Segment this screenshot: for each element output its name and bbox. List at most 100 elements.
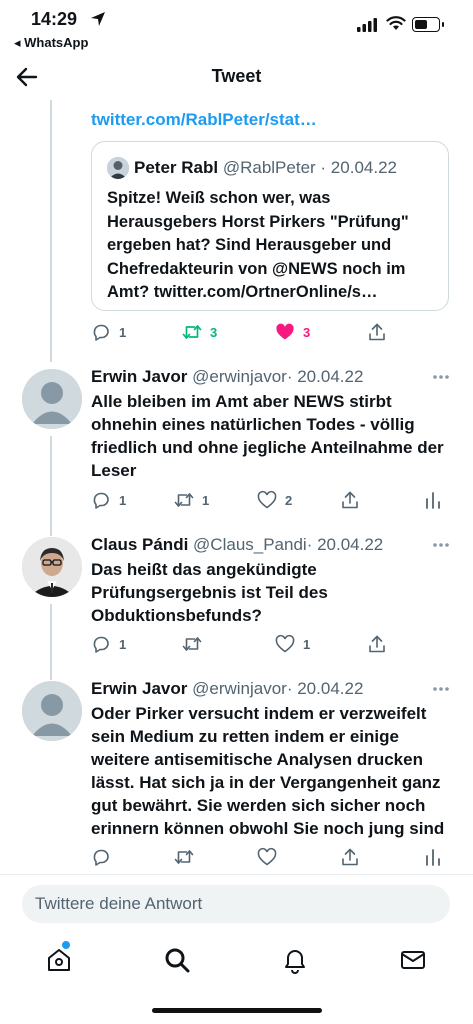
retweet-button[interactable]: 3 <box>182 321 217 343</box>
tweet-actions <box>91 846 451 868</box>
like-count: 2 <box>285 492 293 508</box>
reply-button[interactable]: 1 <box>91 489 126 511</box>
share-button[interactable] <box>340 846 360 868</box>
tweet-date: · 20.04.22 <box>286 679 364 698</box>
retweet-button[interactable]: 1 <box>174 489 209 511</box>
avatar <box>107 157 129 179</box>
tweet-text: Alle bleiben im Amt aber NEWS stirbt ohn… <box>91 392 444 480</box>
analytics-button[interactable] <box>423 489 443 511</box>
profile-photo <box>22 537 82 597</box>
quoted-author-name: Peter Rabl <box>134 158 219 177</box>
quoted-tweet-header: Peter Rabl @RablPeter · 20.04.22 <box>134 158 397 178</box>
wifi-icon <box>386 16 406 30</box>
tweet-text: Das heißt das angekündigte Prüfungsergeb… <box>91 560 328 625</box>
reply-icon <box>93 492 109 509</box>
bell-icon <box>285 950 305 974</box>
retweet-button[interactable] <box>182 633 210 655</box>
tab-messages[interactable] <box>399 946 427 974</box>
home-icon <box>48 949 70 971</box>
retweet-icon <box>174 850 194 864</box>
share-icon <box>342 848 358 866</box>
reply-input[interactable]: Twittere deine Antwort <box>22 885 450 923</box>
analytics-icon <box>426 849 440 866</box>
author-name[interactable]: Erwin Javor <box>91 679 187 698</box>
author-handle: @erwinjavor <box>192 679 287 698</box>
retweet-icon <box>174 493 194 507</box>
reply-input-placeholder: Twittere deine Antwort <box>35 894 203 913</box>
avatar[interactable] <box>22 681 82 741</box>
mail-icon <box>401 951 425 969</box>
analytics-icon <box>426 492 440 509</box>
retweet-icon <box>182 637 202 651</box>
like-count: 1 <box>303 636 311 652</box>
tab-search[interactable] <box>163 946 191 974</box>
reply-button[interactable] <box>91 846 111 868</box>
tweet-date: · 20.04.22 <box>306 535 384 554</box>
notification-dot <box>61 940 71 950</box>
reply-button[interactable]: 1 <box>91 321 126 343</box>
quoted-tweet[interactable]: Peter Rabl @RablPeter · 20.04.22 Spitze!… <box>91 141 449 311</box>
thread-line <box>50 100 52 362</box>
quoted-author-handle: @RablPeter <box>222 158 316 177</box>
heart-icon <box>275 634 295 653</box>
reply-composer-bar: Twittere deine Antwort <box>0 874 473 933</box>
location-arrow-icon <box>91 12 105 26</box>
avatar[interactable] <box>22 369 82 429</box>
thread-line <box>50 436 52 536</box>
battery-icon <box>412 17 444 32</box>
default-avatar-icon <box>22 681 82 741</box>
home-indicator <box>152 1008 322 1013</box>
reply-icon <box>93 636 109 653</box>
reply-count: 1 <box>119 492 127 508</box>
author-name[interactable]: Erwin Javor <box>91 367 187 386</box>
retweet-count: 1 <box>202 492 210 508</box>
like-button[interactable]: 1 <box>275 633 310 655</box>
like-button[interactable] <box>257 846 277 868</box>
avatar[interactable] <box>22 537 82 597</box>
reply-button[interactable]: 1 <box>91 633 126 655</box>
quoted-tweet-text: Spitze! Weiß schon wer, was Herausgebers… <box>107 189 409 301</box>
like-button[interactable]: 2 <box>257 489 292 511</box>
retweet-button[interactable] <box>174 846 194 868</box>
back-to-app-link[interactable]: ◂ WhatsApp <box>14 35 88 51</box>
more-options-icon[interactable] <box>432 686 450 692</box>
retweet-icon <box>182 325 202 339</box>
nav-bar: Tweet <box>0 54 473 100</box>
tweet-link[interactable]: twitter.com/RablPeter/stat… <box>91 110 317 130</box>
analytics-button[interactable] <box>423 846 443 868</box>
tab-notifications[interactable] <box>281 946 309 974</box>
tweet-actions: 1 1 2 <box>91 489 451 511</box>
tab-home[interactable] <box>45 946 73 974</box>
status-time: 14:29 <box>31 9 78 29</box>
tweet-text: Oder Pirker versucht indem er verzweifel… <box>91 704 445 838</box>
heart-icon <box>257 847 277 866</box>
default-avatar-icon <box>22 369 82 429</box>
share-button[interactable] <box>340 489 360 511</box>
share-icon <box>369 323 385 341</box>
tweet-header: Erwin Javor @erwinjavor· 20.04.22 <box>91 679 363 699</box>
tweet-actions: 1 3 3 <box>91 321 451 343</box>
reply-count: 1 <box>119 636 127 652</box>
heart-icon <box>257 490 277 509</box>
share-icon <box>342 491 358 509</box>
like-button[interactable]: 3 <box>275 321 310 343</box>
share-button[interactable] <box>367 321 387 343</box>
cellular-signal-icon <box>357 18 377 32</box>
share-icon <box>369 635 385 653</box>
more-options-icon[interactable] <box>432 374 450 380</box>
author-handle: @erwinjavor <box>192 367 287 386</box>
reply-icon <box>93 849 109 866</box>
tweet-actions: 1 1 <box>91 633 451 655</box>
more-options-icon[interactable] <box>432 542 450 548</box>
author-name[interactable]: Claus Pándi <box>91 535 188 554</box>
like-count: 3 <box>303 324 311 340</box>
status-bar: 14:29 ◂ WhatsApp <box>0 0 473 54</box>
author-handle: @Claus_Pandi <box>193 535 307 554</box>
tweet-date: · 20.04.22 <box>286 367 364 386</box>
share-button[interactable] <box>367 633 387 655</box>
thread-line <box>50 604 52 680</box>
page-title: Tweet <box>211 66 262 86</box>
heart-filled-icon <box>276 323 294 340</box>
search-icon <box>165 948 190 973</box>
reply-icon <box>93 324 109 341</box>
